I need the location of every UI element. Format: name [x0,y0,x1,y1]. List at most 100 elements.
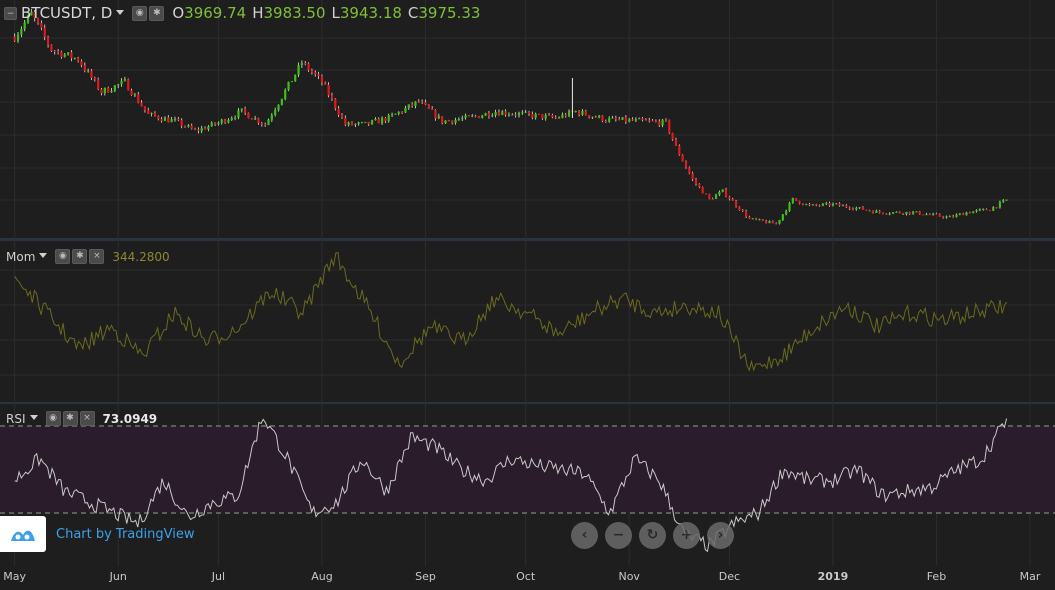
scroll-right-icon[interactable]: › [707,522,734,549]
candle-body [891,212,895,214]
candle-body [501,111,504,116]
candle-body [544,114,547,119]
gear-icon[interactable]: ✱ [149,5,165,21]
mom-label[interactable]: Mom [6,250,35,264]
candle-body [210,122,213,127]
candle-body [564,114,567,117]
chart-root[interactable] [0,0,1055,586]
reset-icon[interactable]: ↻ [639,522,666,549]
close-value: 3975.33 [418,4,481,22]
candle-body [117,84,120,86]
candle-body [223,119,227,123]
time-axis[interactable]: May Jun Jul Aug Sep Oct Nov Dec 2019 Feb Mar [0,566,1055,586]
candle-body [317,74,320,77]
zoom-in-icon[interactable]: + [673,522,700,549]
candle-body [421,101,424,103]
candle-body [871,210,875,213]
candle-body [918,211,921,215]
candle-body [67,52,70,55]
candle-body [938,214,941,217]
eye-icon[interactable]: ◉ [45,411,61,426]
candle-body [855,207,858,210]
zoom-out-icon[interactable]: − [605,522,632,549]
candle-body [741,210,744,212]
candle-body [227,119,230,123]
candle-body [324,82,327,85]
symbol-label[interactable]: BTCUSDT, D [21,4,112,22]
candle-body [664,119,668,121]
scroll-left-icon[interactable]: ‹ [571,522,598,549]
candle-body [858,207,861,209]
candle-body [978,209,981,211]
candle-body [454,119,457,123]
candle-body [360,122,364,124]
candle-body [835,203,838,205]
x-tick-label: Feb [926,570,947,583]
candle-body [928,214,931,216]
candle-body [728,196,731,200]
candle-body [962,213,965,216]
candle-body [511,114,514,116]
candle-body [170,119,173,123]
candle-body [825,203,828,205]
candle-body [310,70,314,73]
rsi-label[interactable]: RSI [6,412,26,426]
candle-body [484,113,487,116]
candle-body [714,194,718,199]
candle-body [63,54,66,57]
candle-body [327,84,330,96]
candle-body [441,116,444,124]
candle-body [922,214,925,216]
candle-body [13,36,16,41]
candle-body [788,202,791,211]
x-tick-label: Oct [516,570,536,583]
candle-body [992,207,995,211]
candle-body [631,119,634,121]
candle-body [307,63,310,71]
candle-body [985,208,988,211]
candle-body [491,115,494,117]
candle-body [781,214,784,220]
branding-text[interactable]: Chart by TradingView [56,527,194,542]
gear-icon[interactable]: ✱ [72,249,88,264]
candle-body [20,28,23,35]
gear-icon[interactable]: ✱ [62,411,78,426]
candle-body [404,108,407,113]
branding[interactable]: Chart by TradingView [0,516,194,552]
candle-body [424,102,427,105]
candle-body [123,79,126,81]
candle-body [578,111,581,115]
candle-body [661,119,664,126]
candle-body [137,94,140,103]
candle-body [257,118,260,124]
chevron-down-icon[interactable] [39,253,48,258]
candle-body [340,114,344,118]
eye-icon[interactable]: ◉ [132,5,148,21]
candle-body [848,207,851,209]
collapse-icon[interactable]: − [4,6,17,20]
candle-body [451,120,454,123]
eye-icon[interactable]: ◉ [55,249,71,264]
x-tick-label: Jul [211,570,226,583]
tradingview-logo-icon[interactable] [0,516,46,552]
candle-body [721,189,724,192]
candle-body [377,118,380,124]
x-tick-label: Mar [1019,570,1041,583]
chevron-down-icon[interactable] [116,9,125,15]
close-icon[interactable]: × [79,411,95,426]
candle-body [70,52,73,59]
candle-body [828,203,831,206]
candle-body [935,213,938,215]
x-tick-label: Nov [618,570,640,583]
candle-body [77,58,80,62]
candle-body [173,118,177,120]
candle-body [972,211,975,214]
chart-canvas[interactable] [0,0,1055,586]
candle-body [911,211,915,214]
candle-body [447,120,450,122]
chevron-down-icon[interactable] [29,415,38,420]
close-icon[interactable]: × [89,249,105,264]
candle-body [531,113,534,118]
candle-body [73,58,76,60]
candle-body [694,179,698,184]
